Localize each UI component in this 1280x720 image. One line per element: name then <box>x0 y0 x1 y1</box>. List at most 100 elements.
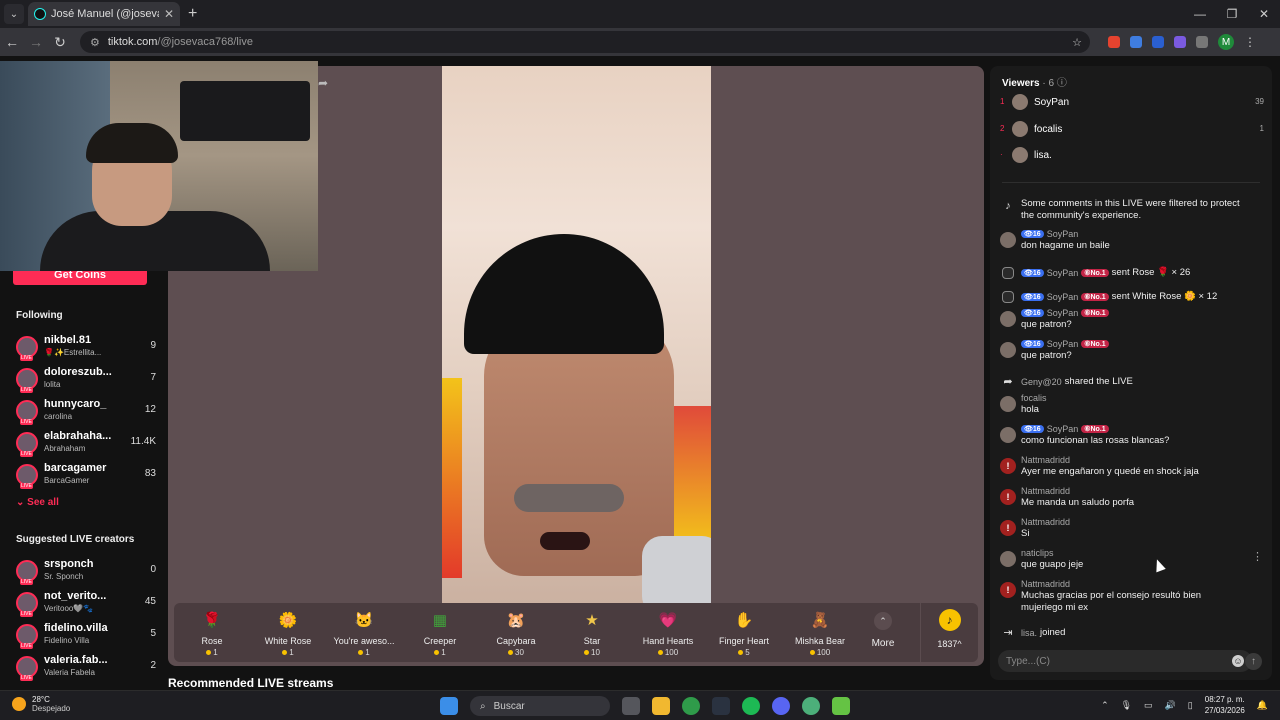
gift-item[interactable]: 🐹 Capybara 30 <box>478 603 554 662</box>
new-tab-button[interactable]: + <box>188 5 197 23</box>
comment-username[interactable]: SoyPan <box>1047 339 1079 349</box>
emoji-icon[interactable]: ☺ <box>1232 655 1244 667</box>
site-info-icon[interactable]: ⚙ <box>90 36 100 49</box>
comment-text: Ayer me engañaron y quedé en shock jaja <box>1021 466 1199 477</box>
gift-name: Finger Heart <box>718 636 770 646</box>
address-bar-row: ← → ↻ ⚙ tiktok.com/@josevaca768/live ☆ M… <box>0 28 1280 56</box>
avatar <box>1012 120 1028 137</box>
file-explorer-icon[interactable] <box>652 697 670 715</box>
chrome-icon[interactable] <box>682 697 700 715</box>
task-view-icon[interactable] <box>622 697 640 715</box>
minecraft-icon[interactable] <box>832 697 850 715</box>
viewers-count: · 6 <box>1042 78 1055 89</box>
bookmark-star-icon[interactable]: ☆ <box>1072 36 1082 49</box>
comment-username[interactable]: SoyPan <box>1047 308 1079 318</box>
close-window-button[interactable]: ✕ <box>1248 0 1280 28</box>
forward-icon[interactable]: → <box>24 34 48 50</box>
gift-item[interactable]: 🧸 Mishka Bear 100 <box>782 603 858 662</box>
gift-item[interactable]: 🐱 You're aweso... 1 <box>326 603 402 662</box>
notification-bell-icon[interactable]: 🔔 <box>1257 700 1268 711</box>
comment-username[interactable]: Nattmadridd <box>1021 486 1070 496</box>
comment-header: Nattmadridd <box>1021 517 1264 527</box>
comment-username[interactable]: Nattmadridd <box>1021 579 1070 589</box>
more-gifts-button[interactable]: ⌃ More <box>858 603 908 662</box>
sidebar-account-3[interactable]: elabrahaha... Abrahaham 11.4K <box>16 430 156 460</box>
comment-username[interactable]: SoyPan <box>1047 292 1079 302</box>
network-icon[interactable]: ▭ <box>1144 700 1153 711</box>
sidebar-account-1[interactable]: doloreszub... lolita 7 <box>16 366 156 396</box>
maximize-button[interactable]: ❐ <box>1216 0 1248 28</box>
sidebar-account-2[interactable]: fidelino.villa Fidelino Villa 5 <box>16 622 156 652</box>
comment-username[interactable]: Nattmadridd <box>1021 517 1070 527</box>
app-icon[interactable] <box>802 697 820 715</box>
sidebar-account-0[interactable]: nikbel.81 🌹✨Estrellita... 9 <box>16 334 156 364</box>
discord-icon[interactable] <box>772 697 790 715</box>
coin-balance[interactable]: ♪ 1837^ <box>920 603 978 662</box>
url-bar[interactable]: ⚙ tiktok.com/@josevaca768/live ☆ <box>80 31 1090 53</box>
extension-icon[interactable] <box>1152 36 1164 48</box>
profile-avatar[interactable]: M <box>1218 34 1234 50</box>
tab-close-icon[interactable]: ✕ <box>164 7 174 21</box>
extension-icon[interactable] <box>1174 36 1186 48</box>
translate-extension-icon[interactable] <box>1130 36 1142 48</box>
tab-search-button[interactable]: ⌄ <box>4 4 24 24</box>
viewer-row[interactable]: 1 SoyPan 39 <box>1000 92 1264 114</box>
sidebar-account-1[interactable]: not_verito... Veritooo🩶🐾 45 <box>16 590 156 620</box>
gift-item[interactable]: 🌹 Rose 1 <box>174 603 250 662</box>
viewer-row[interactable]: 2 focalis 1 <box>1000 119 1264 141</box>
webcam-overlay <box>0 61 318 271</box>
spotify-icon[interactable] <box>742 697 760 715</box>
info-icon[interactable]: ⓘ <box>1057 78 1067 89</box>
gift-item[interactable]: ✋ Finger Heart 5 <box>706 603 782 662</box>
send-button[interactable]: ↑ <box>1245 653 1262 670</box>
viewer-count: 0 <box>150 564 156 575</box>
comment-username[interactable]: SoyPan <box>1047 268 1079 278</box>
comment-more-icon[interactable]: ⋮ <box>1252 550 1263 563</box>
active-tab[interactable]: José Manuel (@josevaca768 ✕ <box>28 2 180 26</box>
comment-username[interactable]: Nattmadridd <box>1021 455 1070 465</box>
viewer-row[interactable]: · lisa. <box>1000 145 1264 167</box>
gift-price: 1 <box>434 648 445 657</box>
sidebar-account-4[interactable]: barcagamer BarcaGamer 83 <box>16 462 156 492</box>
battery-icon[interactable]: ▯ <box>1188 700 1193 711</box>
chevron-up-icon[interactable]: ⌃ <box>1101 700 1109 711</box>
comment-username[interactable]: SoyPan <box>1047 424 1079 434</box>
comment-body: Nattmadridd Ayer me engañaron y quedé en … <box>1021 455 1264 477</box>
minimize-button[interactable]: — <box>1184 0 1216 28</box>
taskbar-search[interactable]: ⌕ Buscar <box>470 696 610 716</box>
comment-username[interactable]: focalis <box>1021 393 1047 403</box>
clock[interactable]: 08:27 p. m. 27/03/2026 <box>1205 694 1245 716</box>
gift-item[interactable]: 🌼 White Rose 1 <box>250 603 326 662</box>
url-domain: tiktok.com <box>107 36 158 48</box>
back-icon[interactable]: ← <box>0 34 24 50</box>
puzzle-icon[interactable] <box>1196 36 1208 48</box>
avatar <box>16 656 38 681</box>
extension-icon[interactable] <box>1108 36 1120 48</box>
kebab-menu-icon[interactable]: ⋮ <box>1244 35 1256 49</box>
reload-icon[interactable]: ↻ <box>48 34 72 51</box>
sidebar-account-2[interactable]: hunnycaro_ carolina 12 <box>16 398 156 428</box>
comment-username[interactable]: lisa. <box>1021 628 1037 638</box>
volume-icon[interactable]: 🔊 <box>1165 700 1176 711</box>
account-nickname: carolina <box>44 412 73 421</box>
comment-username[interactable]: Geny@20 <box>1021 377 1062 387</box>
see-all-link[interactable]: ⌄ See all <box>16 497 59 508</box>
sidebar-account-3[interactable]: valeria.fab... Valeria Fabela 2 <box>16 654 156 684</box>
weather-widget[interactable]: 28°C Despejado <box>12 695 70 713</box>
comment-username[interactable]: naticlips <box>1021 548 1054 558</box>
windows-start-icon[interactable] <box>440 697 458 715</box>
comment-username[interactable]: SoyPan <box>1047 229 1079 239</box>
comment-header: Geny@20 shared the LIVE <box>1021 376 1264 387</box>
live-video[interactable] <box>442 66 711 603</box>
gift-item[interactable]: ★ Star 10 <box>554 603 630 662</box>
comment-input[interactable]: Type...(C) ☺ <box>998 650 1252 672</box>
app-icon[interactable] <box>712 697 730 715</box>
account-name: not_verito... <box>44 590 107 602</box>
sidebar-account-0[interactable]: srsponch Sr. Sponch 0 <box>16 558 156 588</box>
taskbar-search-label: Buscar <box>493 700 525 712</box>
avatar <box>1012 147 1028 163</box>
gift-item[interactable]: 💗 Hand Hearts 100 <box>630 603 706 662</box>
microphone-icon[interactable]: 🎙 <box>1121 700 1132 711</box>
gift-item[interactable]: ▦ Creeper 1 <box>402 603 478 662</box>
share-arrow-icon[interactable]: ➦ <box>318 76 328 90</box>
